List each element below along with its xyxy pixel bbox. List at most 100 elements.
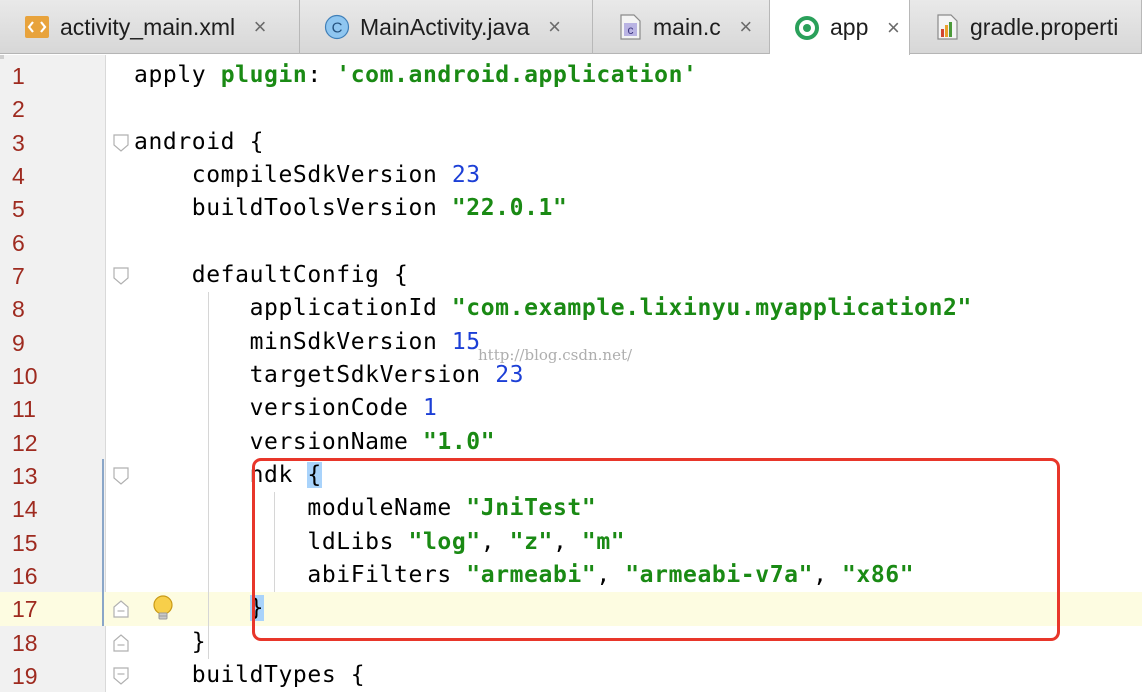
line-number: 19	[12, 662, 38, 689]
code-token: buildToolsVersion	[134, 195, 452, 222]
gradle-module-icon	[794, 15, 820, 41]
code-text: apply plugin: 'com.android.application'	[134, 62, 697, 88]
tab-label: gradle.properti	[970, 13, 1119, 40]
line-number: 13	[12, 462, 38, 489]
line-number: 15	[12, 529, 38, 556]
svg-text:C: C	[332, 20, 343, 37]
code-text: buildToolsVersion "22.0.1"	[134, 195, 567, 221]
xml-layout-icon	[24, 14, 50, 40]
tab-main-c[interactable]: c main.c ×	[593, 0, 770, 54]
line-number: 14	[12, 496, 38, 523]
code-token: applicationId	[134, 295, 452, 322]
indent-guide	[274, 492, 275, 593]
code-text: defaultConfig {	[134, 262, 409, 288]
code-token: versionName	[134, 428, 423, 455]
close-tab-icon[interactable]: ×	[544, 14, 566, 40]
fold-end-icon[interactable]	[113, 600, 129, 618]
code-token: compileSdkVersion	[134, 161, 452, 188]
code-line[interactable]: 5 buildToolsVersion "22.0.1"	[0, 192, 1142, 226]
code-token: buildTypes {	[134, 661, 366, 688]
tab-label: activity_main.xml	[60, 13, 236, 40]
line-number: 4	[12, 162, 25, 189]
line-number: 1	[12, 63, 25, 89]
code-text: android {	[134, 129, 264, 155]
code-token: targetSdkVersion	[134, 361, 496, 388]
code-text: buildTypes {	[134, 662, 365, 688]
close-tab-icon[interactable]: ×	[249, 14, 271, 40]
string-token: 'com.android.application'	[336, 62, 698, 88]
code-line[interactable]: 6	[0, 225, 1142, 259]
line-number: 18	[12, 629, 38, 656]
code-text: }	[134, 595, 265, 622]
editor-tab-bar: activity_main.xml × C MainActivity.java × c ma…	[0, 0, 1142, 55]
line-number: 7	[12, 262, 25, 289]
code-text: versionName "1.0"	[134, 429, 495, 455]
tab-activity-main-xml[interactable]: activity_main.xml ×	[0, 0, 300, 54]
code-token: defaultConfig {	[134, 261, 409, 288]
code-token: android {	[134, 128, 265, 155]
code-token: :	[307, 62, 337, 88]
code-text: versionCode 1	[134, 395, 437, 421]
number-token: 1	[422, 395, 438, 422]
line-number: 16	[12, 562, 38, 589]
ndk-block-highlight	[252, 458, 1060, 641]
line-number: 9	[12, 329, 25, 356]
indent-guide	[208, 292, 209, 659]
code-line[interactable]: 11 versionCode 1	[0, 392, 1142, 426]
line-number: 11	[12, 396, 36, 423]
close-tab-icon[interactable]: ×	[735, 14, 757, 40]
tab-label: app	[830, 14, 869, 40]
vcs-change-marker[interactable]	[102, 458, 104, 626]
fold-icon[interactable]	[113, 267, 129, 285]
code-editor[interactable]: 1 apply plugin: 'com.android.application'…	[0, 55, 1142, 692]
code-token: versionCode	[134, 395, 423, 422]
code-line[interactable]: 7 defaultConfig {	[0, 258, 1142, 293]
tab-app[interactable]: app ×	[770, 0, 910, 55]
string-token: "22.0.1"	[451, 195, 568, 222]
line-number: 2	[12, 96, 25, 123]
line-number: 6	[12, 229, 25, 256]
line-number: 5	[12, 196, 25, 223]
number-token: 15	[451, 328, 481, 355]
c-file-icon: c	[617, 14, 643, 40]
code-line[interactable]: 8 applicationId "com.example.lixinyu.mya…	[0, 292, 1142, 326]
line-number: 17	[12, 596, 38, 623]
fold-icon[interactable]	[113, 134, 129, 152]
tab-gradle-properti[interactable]: gradle.properti	[910, 0, 1142, 54]
code-line[interactable]: 1 apply plugin: 'com.android.application'	[0, 59, 1142, 93]
watermark-text: http://blog.csdn.net/	[478, 346, 633, 364]
code-text: compileSdkVersion 23	[134, 162, 481, 188]
tab-label: MainActivity.java	[360, 13, 530, 40]
code-token: minSdkVersion	[134, 328, 452, 355]
fold-icon[interactable]	[113, 467, 129, 485]
code-token: apply	[134, 62, 221, 88]
number-token: 23	[451, 161, 481, 188]
close-tab-icon[interactable]: ×	[882, 15, 904, 41]
line-number: 3	[12, 129, 25, 156]
code-text: minSdkVersion 15	[134, 329, 481, 355]
properties-file-icon	[934, 14, 960, 40]
code-text: applicationId "com.example.lixinyu.myapp…	[134, 295, 972, 321]
string-token: "1.0"	[422, 428, 496, 455]
code-token: }	[134, 628, 207, 655]
line-number: 10	[12, 362, 38, 389]
code-text: targetSdkVersion 23	[134, 362, 524, 388]
tab-mainactivity-java[interactable]: C MainActivity.java ×	[300, 0, 593, 54]
number-token: 23	[495, 361, 525, 388]
java-class-icon: C	[324, 14, 350, 40]
tab-label: main.c	[653, 13, 721, 40]
code-text: }	[134, 629, 206, 655]
code-line[interactable]: 19 buildTypes {	[0, 658, 1142, 692]
code-line[interactable]: 2	[0, 92, 1142, 126]
code-line[interactable]: 4 compileSdkVersion 23	[0, 158, 1142, 193]
svg-text:c: c	[628, 23, 634, 37]
string-token: "com.example.lixinyu.myapplication2"	[451, 295, 972, 322]
code-line[interactable]: 12 versionName "1.0"	[0, 425, 1142, 459]
fold-end-icon[interactable]	[113, 633, 129, 652]
fold-icon[interactable]	[113, 667, 129, 685]
line-number: 8	[12, 296, 25, 323]
code-line[interactable]: 3 android {	[0, 125, 1142, 159]
keyword-token: plugin	[220, 62, 308, 88]
line-number: 12	[12, 429, 38, 456]
